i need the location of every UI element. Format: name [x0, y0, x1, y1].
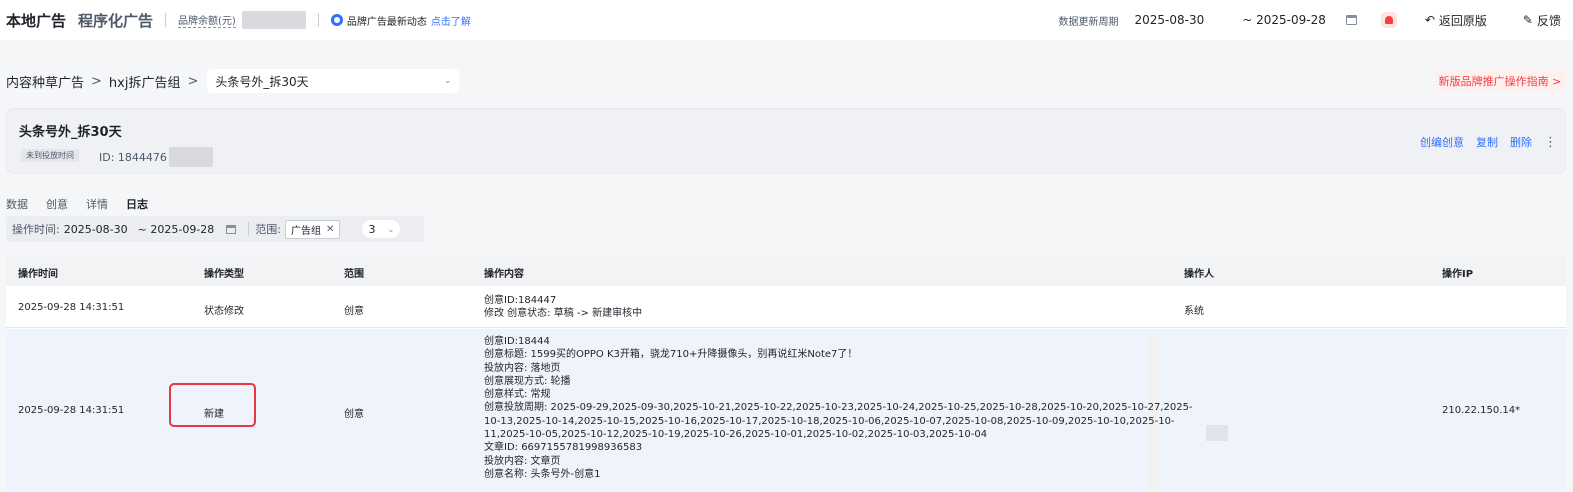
content-line: 创意样式: 常规 — [484, 389, 551, 401]
top-bar: 本地广告 程序化广告 品牌余额(元) 品牌广告最新动态 点击了解 数据更新周期 … — [0, 0, 1573, 40]
content-line: 投放内容: 落地页 — [484, 362, 561, 374]
news-banner: 品牌广告最新动态 点击了解 — [330, 13, 471, 28]
status-badge: 未到投放时间 — [21, 149, 79, 162]
period-end-date[interactable]: ~ 2025-09-28 — [1242, 13, 1326, 27]
highlight-box — [169, 383, 256, 427]
brand-programmatic-ads[interactable]: 程序化广告 — [78, 10, 153, 31]
row-scope: 创意 — [344, 306, 364, 317]
table-header: 操作时间 操作类型 范围 操作内容 操作人 操作IP — [6, 256, 1566, 286]
scope-label: 范围: — [255, 223, 282, 236]
back-label: 返回原版 — [1438, 13, 1487, 28]
plan-id-masked — [168, 147, 213, 167]
plan-id: ID: 1844476 — [99, 147, 213, 167]
operator-masked — [1206, 425, 1228, 441]
calendar-icon[interactable] — [226, 224, 237, 234]
delete-button[interactable]: 删除 — [1510, 134, 1532, 150]
row-scope: 创意 — [344, 409, 364, 420]
more-icon[interactable]: ⋮ — [1544, 135, 1557, 150]
balance-value-masked — [241, 11, 306, 29]
period-start-date[interactable]: 2025-08-30 — [1134, 13, 1204, 27]
row-time: 2025-09-28 14:31:51 — [18, 302, 125, 313]
log-table: 操作时间 操作类型 范围 操作内容 操作人 操作IP 2025-09-28 14… — [6, 256, 1566, 492]
content-line: 11,2025-10-05,2025-10-12,2025-10-19,2025… — [484, 429, 988, 441]
news-icon — [330, 14, 343, 26]
content-line: 文章ID: 6697155781998936583 — [484, 442, 643, 454]
divider — [248, 222, 250, 236]
brand-local-ads[interactable]: 本地广告 — [6, 10, 66, 31]
plan-select-value: 头条号外_拆30天 — [215, 74, 309, 89]
row-content: 创意ID:184447 修改 创意状态: 草稿 -> 新建审核中 — [484, 294, 642, 321]
filter-start-date[interactable]: 2025-08-30 — [64, 223, 128, 236]
scope-count-select[interactable]: 3 ⌄ — [362, 220, 401, 238]
tab-creative[interactable]: 创意 — [46, 196, 68, 218]
column-header-content: 操作内容 — [484, 269, 524, 280]
guide-link[interactable]: 新版品牌推广操作指南 > — [1435, 70, 1565, 92]
content-line: 创意ID:184447 — [484, 295, 557, 306]
balance-label: 品牌余额(元) — [178, 12, 236, 28]
undo-icon: ↶ — [1424, 13, 1435, 27]
create-creative-button[interactable]: 创编创意 — [1420, 134, 1464, 150]
column-header-ip: 操作IP — [1442, 269, 1474, 280]
content-line: 投放内容: 文章页 — [484, 455, 561, 467]
card-actions: 创编创意 复制 删除 ⋮ — [1420, 134, 1557, 150]
column-header-time: 操作时间 — [18, 269, 58, 280]
scope-count: 3 — [368, 222, 376, 236]
filter-end-date[interactable]: ~ 2025-09-28 — [138, 223, 215, 236]
row-content: 创意ID:18444 创意标题: 1599买的OPPO K3开箱，骁龙710+升… — [484, 335, 1193, 481]
content-line: 创意投放周期: 2025-09-29,2025-09-30,2025-10-21… — [484, 402, 1193, 414]
content-line: 修改 创意状态: 草稿 -> 新建审核中 — [484, 308, 643, 320]
tab-details[interactable]: 详情 — [86, 196, 108, 218]
row-ip: 210.22.150.14* — [1442, 405, 1521, 416]
top-right-controls: 数据更新周期 2025-08-30 ~ 2025-09-28 ↶ 返回原版 ✎ … — [1058, 12, 1567, 29]
filter-bar: 操作时间: 2025-08-30 ~ 2025-09-28 范围: 广告组 ✕ … — [6, 216, 424, 242]
feedback-label: 反馈 — [1536, 13, 1561, 28]
chevron-down-icon: ⌄ — [443, 76, 452, 86]
content-line: 创意ID:18444 — [484, 336, 550, 347]
content-line: 10-13,2025-10-14,2025-10-15,2025-10-16,2… — [484, 415, 1175, 427]
chevron-right-icon: > — [91, 73, 102, 89]
breadcrumb-item-campaign[interactable]: 内容种草广告 — [6, 72, 84, 91]
breadcrumb-item-adgroup[interactable]: hxj拆广告组 — [109, 72, 181, 91]
scope-tag[interactable]: 广告组 ✕ — [285, 219, 341, 239]
plan-info-card: 头条号外_拆30天 未到投放时间 ID: 1844476 创编创意 复制 删除 … — [6, 108, 1566, 174]
close-icon[interactable]: ✕ — [326, 224, 334, 235]
table-row[interactable]: 2025-09-28 14:31:51 状态修改 创意 创意ID:184447 … — [6, 288, 1566, 328]
content-line: 创意标题: 1599买的OPPO K3开箱，骁龙710+升降摄像头，别再说红米N… — [484, 349, 858, 361]
calendar-icon[interactable] — [1345, 15, 1357, 25]
divider — [317, 13, 319, 27]
content-line: 创意展现方式: 轮播 — [484, 375, 571, 387]
content-line: 创意名称: 头条号外-创意1 — [484, 468, 601, 480]
period-label: 数据更新周期 — [1058, 16, 1119, 28]
chevron-right-icon: > — [187, 73, 199, 89]
tab-data[interactable]: 数据 — [6, 196, 28, 218]
breadcrumb: 内容种草广告 > hxj拆广告组 > 头条号外_拆30天 ⌄ — [6, 69, 460, 93]
column-header-type: 操作类型 — [204, 269, 244, 280]
row-time: 2025-09-28 14:31:51 — [18, 405, 125, 416]
feedback-button[interactable]: ✎ 反馈 — [1523, 12, 1561, 29]
copy-button[interactable]: 复制 — [1476, 134, 1498, 150]
alarm-icon[interactable] — [1380, 12, 1397, 28]
back-to-classic-button[interactable]: ↶ 返回原版 — [1425, 12, 1487, 29]
operation-time-label: 操作时间: — [12, 223, 60, 236]
news-text: 品牌广告最新动态 — [346, 16, 427, 28]
column-header-scope: 范围 — [344, 269, 364, 280]
row-type: 状态修改 — [204, 306, 244, 317]
scope-tag-label: 广告组 — [291, 225, 322, 237]
plan-title: 头条号外_拆30天 — [19, 125, 122, 140]
column-header-operator: 操作人 — [1184, 269, 1214, 280]
plan-id-text: ID: 1844476 — [99, 150, 167, 164]
tab-log[interactable]: 日志 — [124, 196, 150, 218]
chevron-down-icon: ⌄ — [387, 224, 395, 234]
tab-bar: 数据 创意 详情 日志 — [6, 196, 150, 218]
plan-select[interactable]: 头条号外_拆30天 ⌄ — [207, 69, 460, 93]
row-operator: 系统 — [1184, 306, 1204, 317]
news-link[interactable]: 点击了解 — [431, 13, 471, 28]
divider — [165, 13, 167, 27]
edit-icon: ✎ — [1522, 13, 1533, 27]
table-row[interactable]: 2025-09-28 14:31:51 新建 创意 创意ID:18444 创意标… — [6, 329, 1566, 492]
